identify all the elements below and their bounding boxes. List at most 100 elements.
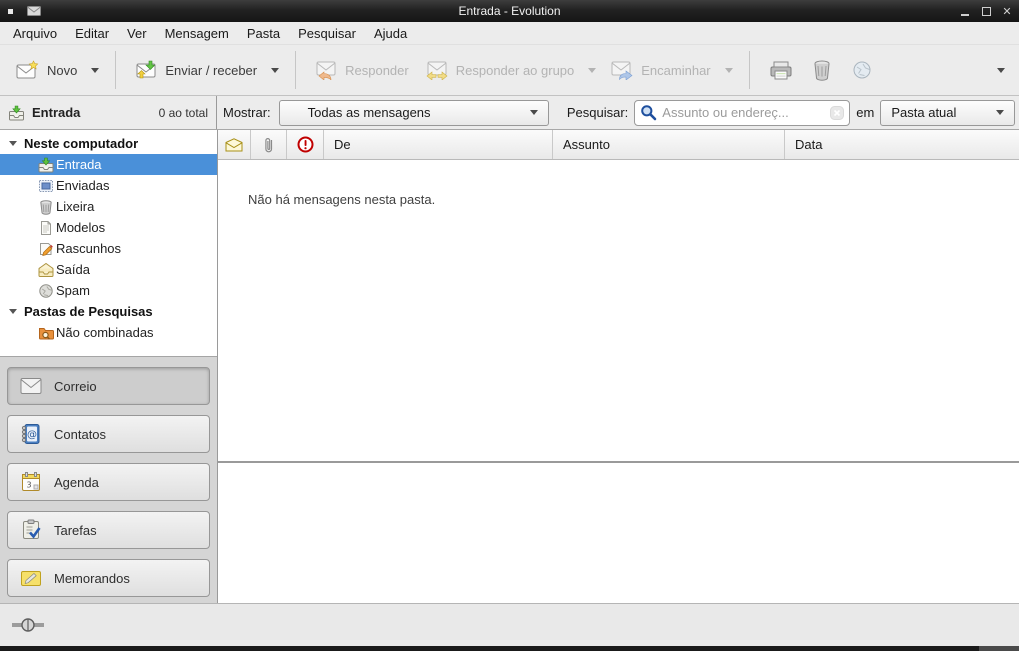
clear-search-icon[interactable] [830, 106, 844, 120]
toolbar-overflow-button[interactable] [991, 62, 1011, 79]
mostrar-label: Mostrar: [223, 105, 271, 120]
junk-icon [851, 59, 873, 81]
calendar-icon: 3 [20, 471, 42, 493]
delete-button[interactable] [802, 53, 842, 87]
sidebar-item-nao-combinadas[interactable]: Não combinadas [0, 322, 217, 343]
switcher-contacts-button[interactable]: @ Contatos [7, 415, 210, 453]
titlebar-bullet-icon [8, 9, 13, 14]
column-status[interactable] [218, 130, 251, 159]
switcher-tasks-button[interactable]: Tarefas [7, 511, 210, 549]
chevron-down-icon [996, 110, 1004, 115]
svg-text:3: 3 [26, 481, 31, 490]
titlebar: Entrada - Evolution ✕ [0, 0, 1019, 22]
memos-icon [20, 568, 42, 588]
toolbar-separator [749, 51, 750, 89]
menubar: Arquivo Editar Ver Mensagem Pasta Pesqui… [0, 22, 1019, 45]
toolbar-separator [295, 51, 296, 89]
search-folder-icon [38, 325, 54, 341]
pesquisar-label: Pesquisar: [567, 105, 628, 120]
menu-ver[interactable]: Ver [118, 24, 156, 43]
reply-button[interactable]: Responder [306, 54, 417, 86]
svg-text:@: @ [27, 430, 37, 441]
menu-mensagem[interactable]: Mensagem [156, 24, 238, 43]
column-assunto[interactable]: Assunto [553, 130, 785, 159]
expander-icon[interactable] [9, 141, 17, 146]
message-status-icon [225, 138, 243, 152]
junk-button[interactable] [842, 53, 882, 87]
send-receive-button[interactable]: Enviar / receber [126, 54, 265, 86]
sidebar-item-entrada[interactable]: Entrada [0, 154, 217, 175]
sidebar-group-neste-computador[interactable]: Neste computador [0, 133, 217, 154]
message-count: 0 ao total [159, 106, 208, 120]
message-list-empty: Não há mensagens nesta pasta. [218, 160, 1019, 461]
print-button[interactable] [760, 53, 802, 87]
online-status-button[interactable] [12, 617, 44, 633]
trash-icon [811, 59, 833, 81]
drafts-icon [38, 241, 54, 257]
sidebar-item-saida[interactable]: Saída [0, 259, 217, 280]
column-de[interactable]: De [324, 130, 553, 159]
new-message-icon [16, 60, 40, 80]
reply-group-icon [425, 60, 449, 80]
document-icon [38, 220, 54, 236]
menu-arquivo[interactable]: Arquivo [4, 24, 66, 43]
preview-pane [218, 463, 1019, 603]
switcher-calendar-button[interactable]: 3 Agenda [7, 463, 210, 501]
current-folder-name: Entrada [32, 105, 80, 120]
reply-group-button[interactable]: Responder ao grupo [417, 54, 583, 86]
switcher-mail-button[interactable]: Correio [7, 367, 210, 405]
search-box [634, 100, 850, 126]
menu-ajuda[interactable]: Ajuda [365, 24, 416, 43]
tasks-icon [20, 519, 42, 541]
column-priority[interactable] [287, 130, 324, 159]
sidebar-group-pastas-de-pesquisas[interactable]: Pastas de Pesquisas [0, 301, 217, 322]
em-label: em [856, 105, 874, 120]
minimize-button[interactable] [959, 5, 971, 17]
switcher-memos-button[interactable]: Memorandos [7, 559, 210, 597]
search-scope-dropdown[interactable]: Pasta atual [880, 100, 1015, 126]
contacts-icon: @ [20, 423, 42, 445]
sidebar-item-lixeira[interactable]: Lixeira [0, 196, 217, 217]
message-list-pane: De Assunto Data Não há mensagens nesta p… [218, 130, 1019, 603]
search-icon [640, 104, 657, 121]
sidebar-item-modelos[interactable]: Modelos [0, 217, 217, 238]
empty-folder-text: Não há mensagens nesta pasta. [248, 192, 435, 207]
message-list-header: De Assunto Data [218, 130, 1019, 160]
sidebar-item-rascunhos[interactable]: Rascunhos [0, 238, 217, 259]
trash-icon [38, 199, 54, 215]
maximize-button[interactable] [980, 5, 992, 17]
sent-icon [38, 178, 54, 194]
window-mail-icon [27, 6, 41, 16]
menu-pasta[interactable]: Pasta [238, 24, 289, 43]
printer-icon [769, 59, 793, 81]
inbox-icon [38, 157, 54, 173]
folder-tree: Neste computador Entrada Enviadas Lixeir… [0, 130, 217, 356]
statusbar [0, 603, 1019, 646]
sidebar-item-spam[interactable]: Spam [0, 280, 217, 301]
menu-editar[interactable]: Editar [66, 24, 118, 43]
new-dropdown-button[interactable] [85, 62, 105, 79]
forward-button[interactable]: Encaminhar [602, 54, 718, 86]
expander-icon[interactable] [9, 309, 17, 314]
outbox-icon [38, 262, 54, 278]
reply-group-dropdown-button[interactable] [582, 62, 602, 79]
send-receive-icon [134, 60, 158, 80]
send-receive-dropdown-button[interactable] [265, 62, 285, 79]
sidebar: Neste computador Entrada Enviadas Lixeir… [0, 130, 218, 603]
paperclip-icon [264, 136, 274, 154]
close-button[interactable]: ✕ [1001, 5, 1013, 17]
reply-icon [314, 60, 338, 80]
window-bottom-border [0, 646, 1019, 651]
message-filter-dropdown[interactable]: Todas as mensagens [279, 100, 549, 126]
column-data[interactable]: Data [785, 130, 1019, 159]
sidebar-item-enviadas[interactable]: Enviadas [0, 175, 217, 196]
search-input[interactable] [662, 105, 825, 120]
toolbar: Novo Enviar / receber Responder Responde… [0, 45, 1019, 96]
new-button[interactable]: Novo [8, 54, 85, 86]
forward-dropdown-button[interactable] [719, 62, 739, 79]
window-title: Entrada - Evolution [0, 4, 1019, 18]
resize-grip[interactable] [979, 646, 1019, 651]
mail-icon [20, 377, 42, 395]
menu-pesquisar[interactable]: Pesquisar [289, 24, 365, 43]
column-attachment[interactable] [251, 130, 287, 159]
